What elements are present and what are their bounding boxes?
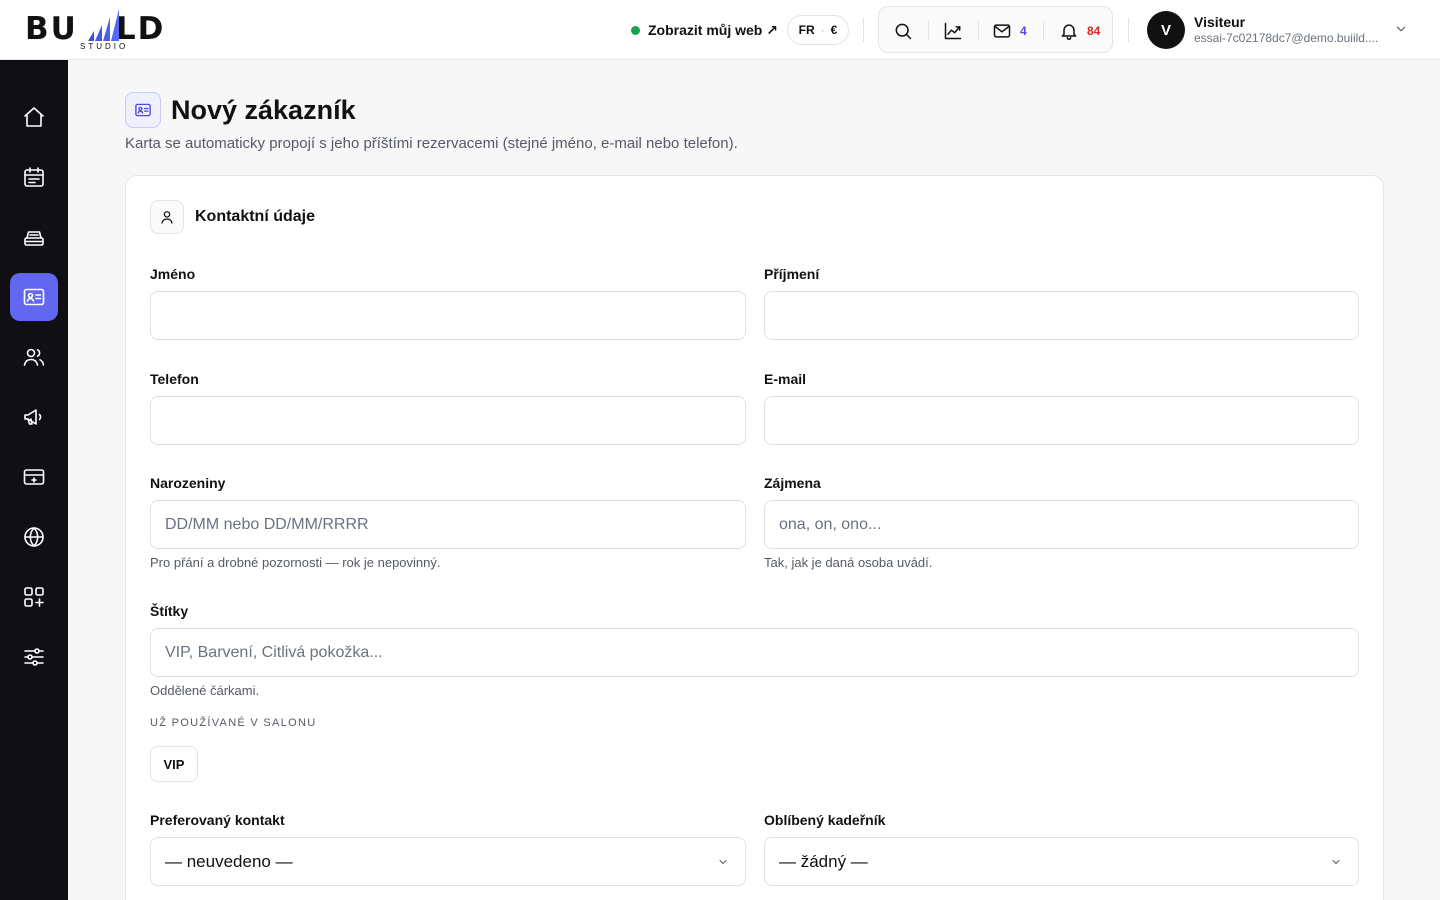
- tags-label: Štítky: [150, 603, 189, 619]
- section-title: Kontaktní údaje: [195, 208, 316, 225]
- toolbar-group: 4 84: [878, 6, 1113, 53]
- calendar-icon: [24, 167, 44, 187]
- divider: [1128, 18, 1129, 42]
- view-my-site-link[interactable]: Zobrazit můj web ↗: [631, 20, 778, 40]
- notifications-button[interactable]: 84: [1059, 7, 1100, 54]
- sidebar-item-calendar[interactable]: [10, 153, 58, 201]
- sidebar-item-website[interactable]: [10, 513, 58, 561]
- currency-symbol: €: [830, 23, 838, 37]
- logo-subtitle: STUDIO: [80, 42, 129, 51]
- sidebar-item-payments[interactable]: [10, 453, 58, 501]
- preferred-contact-value: — neuvedeno —: [165, 851, 293, 871]
- sidebar-item-team[interactable]: [10, 333, 58, 381]
- sliders-icon: [24, 648, 44, 666]
- sidebar-item-settings[interactable]: [10, 633, 58, 681]
- notifications-count: 84: [1087, 23, 1101, 38]
- user-avatar[interactable]: V: [1147, 11, 1185, 49]
- last-name-label: Příjmení: [764, 266, 820, 282]
- payment-card-icon: [23, 469, 45, 485]
- section-icon: [150, 200, 184, 234]
- pronouns-hint: Tak, jak je daná osoba uvádí.: [764, 555, 933, 570]
- favorite-stylist-select[interactable]: — žádný —: [764, 837, 1359, 886]
- stats-button[interactable]: [943, 7, 963, 54]
- chevron-down-icon: [1332, 860, 1340, 864]
- email-input[interactable]: [764, 396, 1359, 445]
- user-name[interactable]: Visiteur: [1194, 14, 1245, 30]
- tags-hint: Oddělené čárkami.: [150, 683, 260, 698]
- favorite-stylist-value: — žádný —: [779, 851, 868, 871]
- sidebar-item-home[interactable]: [10, 93, 58, 141]
- last-name-input[interactable]: [764, 291, 1359, 340]
- page-subtitle: Karta se automaticky propojí s jeho příš…: [125, 135, 738, 152]
- view-my-site-label: Zobrazit můj web ↗: [648, 21, 778, 38]
- first-name-input[interactable]: [150, 291, 746, 340]
- divider: [1043, 21, 1044, 41]
- tag-chip-vip[interactable]: VIP: [150, 746, 198, 782]
- online-status-dot: [631, 25, 640, 35]
- mail-icon: [993, 23, 1011, 38]
- contact-card-icon: [23, 288, 45, 306]
- sidebar-item-apps[interactable]: [10, 573, 58, 621]
- sidebar-item-register[interactable]: [10, 213, 58, 261]
- search-button[interactable]: [893, 7, 913, 54]
- chevron-down-icon[interactable]: [1394, 22, 1408, 36]
- preferred-contact-select[interactable]: — neuvedeno —: [150, 837, 746, 886]
- phone-label: Telefon: [150, 371, 199, 387]
- globe-icon: [24, 527, 44, 547]
- search-icon: [895, 23, 912, 39]
- contact-card-icon: [135, 103, 151, 117]
- sidebar: [0, 60, 68, 900]
- home-icon: [24, 107, 44, 127]
- megaphone-icon: [24, 409, 42, 425]
- divider: [928, 21, 929, 41]
- pronouns-input[interactable]: [764, 500, 1359, 549]
- sidebar-item-marketing[interactable]: [10, 393, 58, 441]
- separator-dot: ·: [820, 23, 825, 37]
- logo-bars-icon: [88, 9, 119, 41]
- chevron-down-icon: [719, 860, 727, 864]
- language-currency-switcher[interactable]: FR · €: [787, 15, 849, 45]
- sidebar-item-customers[interactable]: [10, 273, 58, 321]
- page-title-icon: [125, 92, 161, 128]
- divider: [978, 21, 979, 41]
- users-icon: [23, 348, 45, 366]
- messages-count: 4: [1020, 23, 1027, 38]
- phone-input[interactable]: [150, 396, 746, 445]
- used-tags-heading: UŽ POUŽÍVANÉ V SALONU: [150, 717, 317, 729]
- brand-logo[interactable]: BU LD STUDIO: [25, 8, 185, 52]
- chart-icon: [944, 22, 962, 39]
- messages-button[interactable]: 4: [992, 7, 1027, 54]
- bell-icon: [1061, 23, 1077, 40]
- birthday-label: Narozeniny: [150, 475, 226, 491]
- language-code: FR: [798, 23, 815, 37]
- email-label: E-mail: [764, 371, 807, 387]
- tags-input[interactable]: [150, 628, 1359, 677]
- favorite-stylist-label: Oblíbený kadeřník: [764, 812, 886, 828]
- user-email: essai-7c02178dc7@demo.buiild....: [1194, 31, 1379, 45]
- first-name-label: Jméno: [150, 266, 196, 282]
- top-bar: BULD STUDIO Zobrazit můj web ↗ FR · € 4: [0, 0, 1440, 60]
- page-title: Nový zákazník: [171, 95, 356, 125]
- divider: [863, 18, 864, 42]
- preferred-contact-label: Preferovaný kontakt: [150, 812, 285, 828]
- pronouns-label: Zájmena: [764, 475, 821, 491]
- apps-add-icon: [24, 587, 44, 607]
- user-icon: [161, 211, 173, 224]
- birthday-input[interactable]: [150, 500, 746, 549]
- birthday-hint: Pro přání a drobné pozornosti — rok je n…: [150, 555, 441, 570]
- register-icon: [24, 231, 44, 246]
